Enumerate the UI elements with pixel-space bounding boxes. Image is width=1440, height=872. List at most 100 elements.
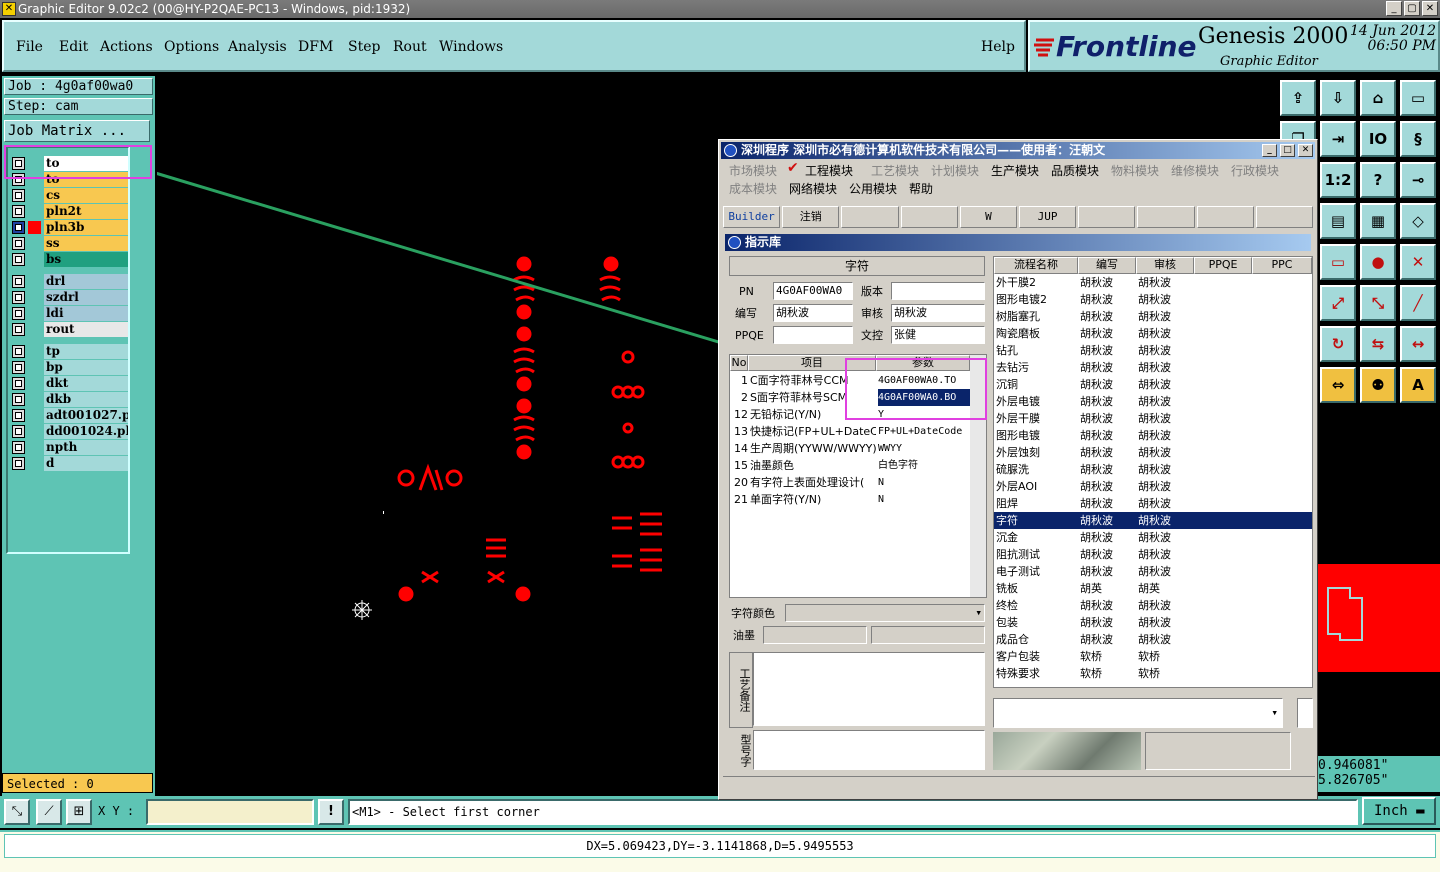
logout-button[interactable]: 注销: [782, 206, 840, 228]
flow-row[interactable]: 树脂塞孔 胡秋波 胡秋波: [994, 308, 1312, 325]
close-button[interactable]: ✕: [1422, 1, 1438, 16]
layer-checkbox[interactable]: [12, 441, 25, 454]
menu-file[interactable]: File: [16, 39, 43, 55]
item-row[interactable]: 20 有字符上表面处理设计(N: [730, 474, 970, 491]
layer-row[interactable]: tp: [10, 344, 128, 359]
dialog-menu-item[interactable]: 网络模块: [789, 180, 837, 197]
layer-row[interactable]: d: [10, 456, 128, 471]
unit-selector[interactable]: Inch ▬: [1362, 797, 1436, 825]
flow-row[interactable]: 外层蚀刻 胡秋波 胡秋波: [994, 444, 1312, 461]
exit-icon[interactable]: [841, 206, 899, 228]
layer-checkbox[interactable]: [12, 409, 25, 422]
dialog-menu-item[interactable]: 计划模块: [931, 162, 979, 179]
flow-row[interactable]: 外层电镀 胡秋波 胡秋波: [994, 393, 1312, 410]
ruler-icon[interactable]: ▭: [1320, 244, 1356, 280]
flow-row[interactable]: 图形电镀 胡秋波 胡秋波: [994, 427, 1312, 444]
flow-row[interactable]: 阻焊 胡秋波 胡秋波: [994, 495, 1312, 512]
layer-row[interactable]: cs: [10, 188, 128, 203]
export-icon[interactable]: ⇪: [1280, 80, 1316, 116]
layer-row[interactable]: adt001027.pl: [10, 408, 128, 423]
flow-row[interactable]: 沉金 胡秋波 胡秋波: [994, 529, 1312, 546]
layer-row[interactable]: rout: [10, 322, 128, 337]
dialog-maximize-button[interactable]: □: [1280, 144, 1295, 157]
arc-icon[interactable]: ↻: [1320, 326, 1356, 362]
layer-row[interactable]: dd001024.pho: [10, 424, 128, 439]
pn-field[interactable]: 4G0AF00WA0: [773, 282, 853, 300]
layer-checkbox[interactable]: [12, 221, 25, 234]
item-row[interactable]: 14 生产周期(YYWW/WWYY) WWYY: [730, 440, 970, 457]
flow-row[interactable]: 外层干膜 胡秋波 胡秋波: [994, 410, 1312, 427]
component-alt-icon[interactable]: ▦: [1360, 203, 1396, 239]
resize-icon[interactable]: ↔: [1400, 326, 1436, 362]
ppqe-field[interactable]: [773, 326, 853, 344]
menu-help[interactable]: Help: [981, 39, 1015, 55]
settings-icon[interactable]: [1196, 206, 1254, 228]
pad-round-icon[interactable]: ●: [1360, 244, 1396, 280]
flow-row[interactable]: 电子测试 胡秋波 胡秋波: [994, 563, 1312, 580]
menu-analysis[interactable]: Analysis: [228, 39, 287, 55]
layer-checkbox[interactable]: [12, 377, 25, 390]
move-alt-icon[interactable]: ⤡: [1360, 285, 1396, 321]
ink-field-1[interactable]: [763, 626, 867, 644]
dialog-menu-item[interactable]: 成本模块: [729, 180, 777, 197]
dialog-menu-item[interactable]: 维修模块: [1171, 162, 1219, 179]
layer-checkbox[interactable]: [12, 425, 25, 438]
layer-checkbox[interactable]: [12, 457, 25, 470]
side-field[interactable]: [1297, 698, 1313, 728]
layer-checkbox[interactable]: [12, 291, 25, 304]
menu-actions[interactable]: Actions: [100, 39, 153, 55]
database-icon[interactable]: [1137, 206, 1195, 228]
layer-row[interactable]: drl: [10, 274, 128, 289]
pad-icon[interactable]: ⊸: [1400, 162, 1436, 198]
flow-row[interactable]: 成品仓 胡秋波 胡秋波: [994, 631, 1312, 648]
layer-row[interactable]: pln3b: [10, 220, 128, 235]
version-field[interactable]: [891, 282, 985, 300]
layer-checkbox[interactable]: [12, 205, 25, 218]
flow-row[interactable]: 去钻污 胡秋波 胡秋波: [994, 359, 1312, 376]
flow-row[interactable]: 铣板 胡英 胡英: [994, 580, 1312, 597]
flow-row[interactable]: 包装 胡秋波 胡秋波: [994, 614, 1312, 631]
flow-row[interactable]: 字符 胡秋波 胡秋波: [994, 512, 1312, 529]
move-icon[interactable]: ⤢: [1320, 285, 1356, 321]
layer-row[interactable]: ldi: [10, 306, 128, 321]
print-icon[interactable]: [1255, 206, 1314, 228]
layer-checkbox[interactable]: [12, 361, 25, 374]
layer-checkbox[interactable]: [12, 393, 25, 406]
components-icon[interactable]: ⚉: [1360, 367, 1396, 403]
dialog-menu-item[interactable]: 物料模块: [1111, 162, 1159, 179]
zoom-1-2-icon[interactable]: 1:2: [1320, 162, 1356, 198]
layer-row[interactable]: dkt: [10, 376, 128, 391]
job-matrix-button[interactable]: Job Matrix ...: [4, 120, 150, 142]
maximize-button[interactable]: ▢: [1404, 1, 1420, 16]
layer-row[interactable]: bs: [10, 252, 128, 267]
view-icon[interactable]: [1078, 206, 1136, 228]
dialog-menu-item[interactable]: 生产模块: [991, 162, 1039, 179]
layer-row[interactable]: dkb: [10, 392, 128, 407]
layer-checkbox[interactable]: [12, 307, 25, 320]
measure-icon[interactable]: ⟋: [36, 799, 62, 825]
flow-select[interactable]: ▾: [993, 698, 1283, 728]
grid-icon[interactable]: ⊞: [66, 799, 92, 825]
help-icon[interactable]: ?: [1360, 162, 1396, 198]
dialog-menu-item[interactable]: 工程模块: [805, 162, 853, 179]
menu-windows[interactable]: Windows: [439, 39, 503, 55]
flow-row[interactable]: 外层AOI 胡秋波 胡秋波: [994, 478, 1312, 495]
import-icon[interactable]: ⇩: [1320, 80, 1356, 116]
author-field[interactable]: 胡秋波: [773, 304, 853, 322]
flow-row[interactable]: 外干膜2 胡秋波 胡秋波: [994, 274, 1312, 291]
dialog-close-button[interactable]: ✕: [1298, 144, 1313, 157]
menu-edit[interactable]: Edit: [59, 39, 88, 55]
flow-row[interactable]: 客户包装 软桥 软桥: [994, 648, 1312, 665]
snap-icon[interactable]: §: [1400, 121, 1436, 157]
type-text[interactable]: [753, 730, 985, 770]
item-row[interactable]: 13 快捷标记(FP+UL+DateCo FP+UL+DateCode: [730, 423, 970, 440]
dialog-menu-item[interactable]: 品质模块: [1051, 162, 1099, 179]
component-icon[interactable]: ▤: [1320, 203, 1356, 239]
layer-row[interactable]: szdrl: [10, 290, 128, 305]
char-color-select[interactable]: ▾: [785, 604, 985, 622]
menu-rout[interactable]: Rout: [393, 39, 427, 55]
xy-input[interactable]: [146, 799, 314, 825]
flow-row[interactable]: 特殊要求 软桥 软桥: [994, 665, 1312, 682]
io-icon[interactable]: IO: [1360, 121, 1396, 157]
layer-row[interactable]: pln2t: [10, 204, 128, 219]
